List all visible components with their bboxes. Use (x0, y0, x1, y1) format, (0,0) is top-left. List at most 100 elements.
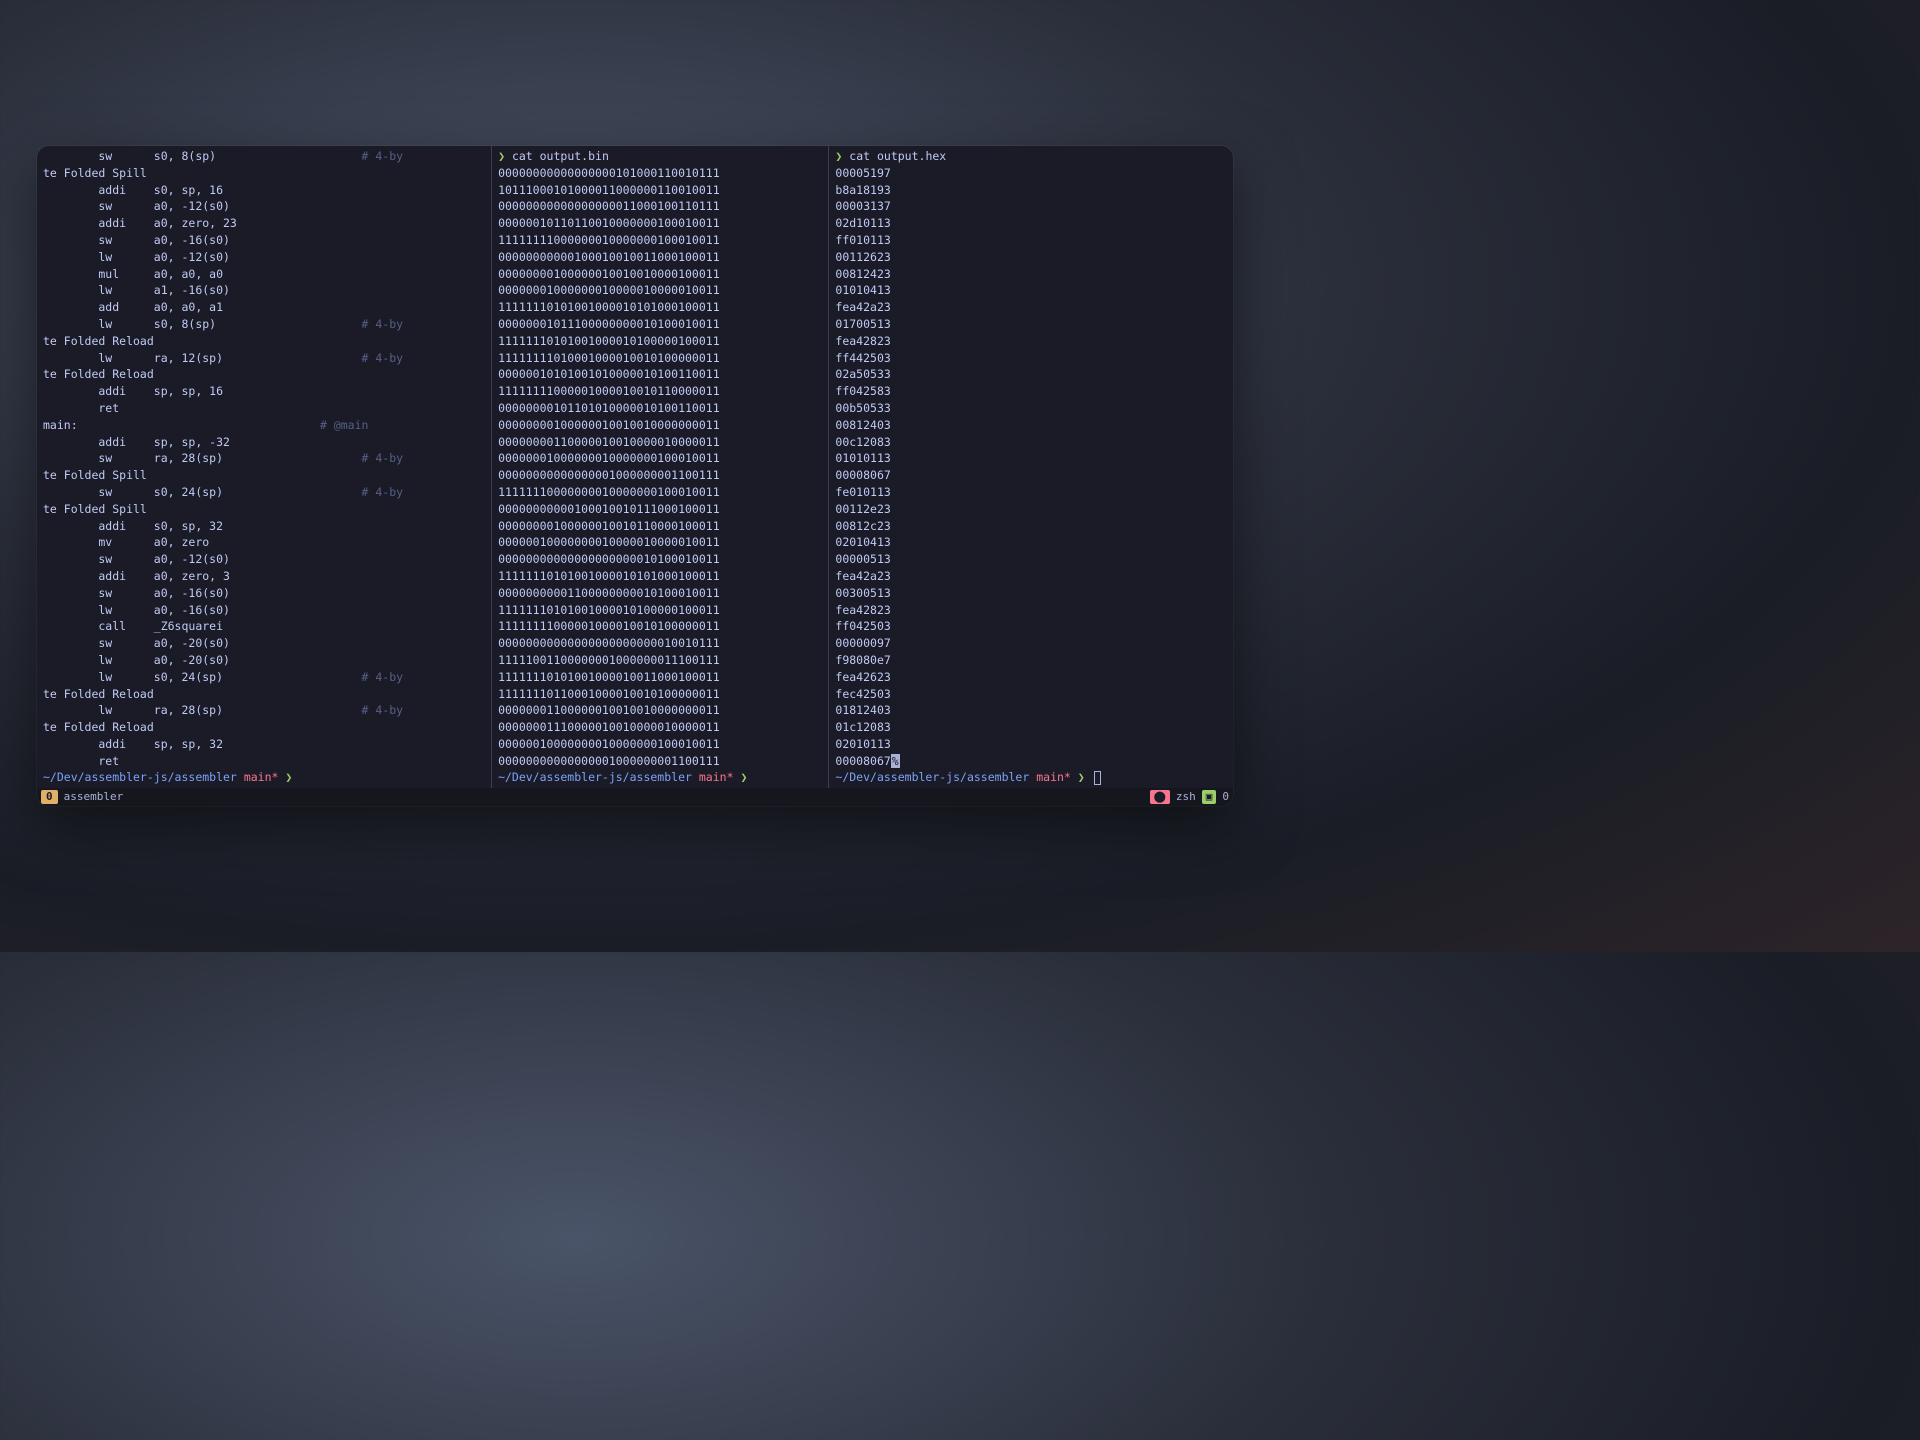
hex-line: fea42823 (829, 333, 1233, 350)
bin-line: 00000000000000000000000010010111 (492, 635, 828, 652)
hex-line: ff042583 (829, 383, 1233, 400)
hex-line: 01c12083 (829, 719, 1233, 736)
asm-line: add a0, a0, a1 (37, 299, 491, 316)
asm-line: lw s0, 8(sp) # 4-by (37, 316, 491, 333)
asm-line: lw a0, -20(s0) (37, 652, 491, 669)
pane-left-asm[interactable]: sw s0, 8(sp) # 4-byte Folded Spill addi … (37, 146, 492, 788)
bin-line: 00000000000100010010111000100011 (492, 501, 828, 518)
bin-line: 00000000000000001000000001100111 (492, 467, 828, 484)
status-pane-num: 0 (1222, 789, 1229, 806)
hex-line: ff010113 (829, 232, 1233, 249)
prompt-mid[interactable]: ~/Dev/assembler-js/assembler main* ❯ (492, 769, 828, 786)
bin-line: 00000010000000010000010000010011 (492, 534, 828, 551)
asm-line: sw s0, 8(sp) # 4-by (37, 148, 491, 165)
bin-line: 00000001100000010010010000000011 (492, 702, 828, 719)
hex-line: fea42623 (829, 669, 1233, 686)
bin-line: 11111001100000001000000011100111 (492, 652, 828, 669)
hex-line: 00300513 (829, 585, 1233, 602)
bin-line: 00000000110000010010000010000011 (492, 434, 828, 451)
bin-line: 11111110110001000010010100000011 (492, 686, 828, 703)
hex-line: fea42823 (829, 602, 1233, 619)
hex-line: 00112e23 (829, 501, 1233, 518)
hex-line: 00c12083 (829, 434, 1233, 451)
hex-line: 01010113 (829, 450, 1233, 467)
prompt-left[interactable]: ~/Dev/assembler-js/assembler main* ❯ (37, 769, 491, 786)
bin-line: 00000000000000000000010100010011 (492, 551, 828, 568)
asm-line: te Folded Spill (37, 501, 491, 518)
bin-line: 00000000000000001000000001100111 (492, 753, 828, 770)
asm-line: ret (37, 753, 491, 770)
asm-line: lw s0, 24(sp) # 4-by (37, 669, 491, 686)
asm-line: lw ra, 12(sp) # 4-by (37, 350, 491, 367)
asm-line: te Folded Reload (37, 333, 491, 350)
statusbar-right: ⬤ zsh ▣ 0 (1150, 789, 1229, 806)
cmd-cat-hex: ❯ cat output.hex (829, 148, 1233, 165)
asm-line: addi a0, zero, 23 (37, 215, 491, 232)
asm-line: lw a0, -12(s0) (37, 249, 491, 266)
asm-line: addi a0, zero, 3 (37, 568, 491, 585)
asm-line: sw a0, -12(s0) (37, 551, 491, 568)
hex-line: fe010113 (829, 484, 1233, 501)
bin-line: 11111110101001000010101000100011 (492, 568, 828, 585)
hex-line: 01700513 (829, 316, 1233, 333)
hex-line: 01812403 (829, 702, 1233, 719)
hex-line: 02a50533 (829, 366, 1233, 383)
status-shell: zsh (1176, 789, 1196, 806)
cursor-icon (1094, 771, 1101, 785)
asm-line: sw ra, 28(sp) # 4-by (37, 450, 491, 467)
pane-container: sw s0, 8(sp) # 4-byte Folded Spill addi … (37, 146, 1233, 788)
pane-mid-bin[interactable]: ❯ cat output.bin000000000000000001010001… (492, 146, 829, 788)
bin-line: 00000000001100000000010100010011 (492, 585, 828, 602)
asm-line: addi s0, sp, 32 (37, 518, 491, 535)
user-icon: ⬤ (1150, 790, 1170, 804)
asm-line: call _Z6squarei (37, 618, 491, 635)
bin-line: 00000000100000010010010000000011 (492, 417, 828, 434)
hex-line: fea42a23 (829, 299, 1233, 316)
bin-line: 00000000000100010010011000100011 (492, 249, 828, 266)
bin-line: 00000000100000010010110000100011 (492, 518, 828, 535)
bin-line: 11111111000001000010010100000011 (492, 618, 828, 635)
bin-line: 11111110101001000010100000100011 (492, 602, 828, 619)
asm-line: te Folded Spill (37, 165, 491, 182)
asm-line: sw s0, 24(sp) # 4-by (37, 484, 491, 501)
hex-line: ff042503 (829, 618, 1233, 635)
asm-line: mul a0, a0, a0 (37, 266, 491, 283)
bin-line: 00000001110000010010000010000011 (492, 719, 828, 736)
asm-line: ret (37, 400, 491, 417)
status-window-title: assembler (64, 789, 124, 806)
asm-line: main: # @main (37, 417, 491, 434)
bin-line: 00000010101001010000010100110011 (492, 366, 828, 383)
pane-right-hex[interactable]: ❯ cat output.hex00005197b8a1819300003137… (829, 146, 1233, 788)
hex-line: 00005197 (829, 165, 1233, 182)
hex-line: 00112623 (829, 249, 1233, 266)
tmux-statusbar: 0 assembler ⬤ zsh ▣ 0 (37, 788, 1233, 806)
hex-line: 00812423 (829, 266, 1233, 283)
bin-line: 00000010110110010000000100010011 (492, 215, 828, 232)
hex-line: 00b50533 (829, 400, 1233, 417)
prompt-right[interactable]: ~/Dev/assembler-js/assembler main* ❯ (829, 769, 1233, 786)
asm-line: sw a0, -16(s0) (37, 232, 491, 249)
bin-line: 11111110101001000010100000100011 (492, 333, 828, 350)
asm-line: te Folded Spill (37, 467, 491, 484)
asm-line: addi sp, sp, 32 (37, 736, 491, 753)
bin-line: 11111110000000010000000100010011 (492, 484, 828, 501)
statusbar-left: 0 assembler (41, 789, 123, 806)
bin-line: 00000001011100000000010100010011 (492, 316, 828, 333)
bin-line: 00000001000000010000000100010011 (492, 450, 828, 467)
asm-line: addi s0, sp, 16 (37, 182, 491, 199)
asm-line: addi sp, sp, -32 (37, 434, 491, 451)
asm-line: lw a1, -16(s0) (37, 282, 491, 299)
bin-line: 00000000100000010010010000100011 (492, 266, 828, 283)
bin-line: 11111110101001000010011000100011 (492, 669, 828, 686)
asm-line: lw a0, -16(s0) (37, 602, 491, 619)
status-window-index: 0 (41, 790, 58, 804)
hex-line: 00812c23 (829, 518, 1233, 535)
asm-line: te Folded Reload (37, 719, 491, 736)
asm-line: mv a0, zero (37, 534, 491, 551)
terminal-window: sw s0, 8(sp) # 4-byte Folded Spill addi … (37, 146, 1233, 806)
hex-line: 01010413 (829, 282, 1233, 299)
hex-line: 00000097 (829, 635, 1233, 652)
bin-line: 11111111010001000010010100000011 (492, 350, 828, 367)
asm-line: addi sp, sp, 16 (37, 383, 491, 400)
hex-line: 02010413 (829, 534, 1233, 551)
